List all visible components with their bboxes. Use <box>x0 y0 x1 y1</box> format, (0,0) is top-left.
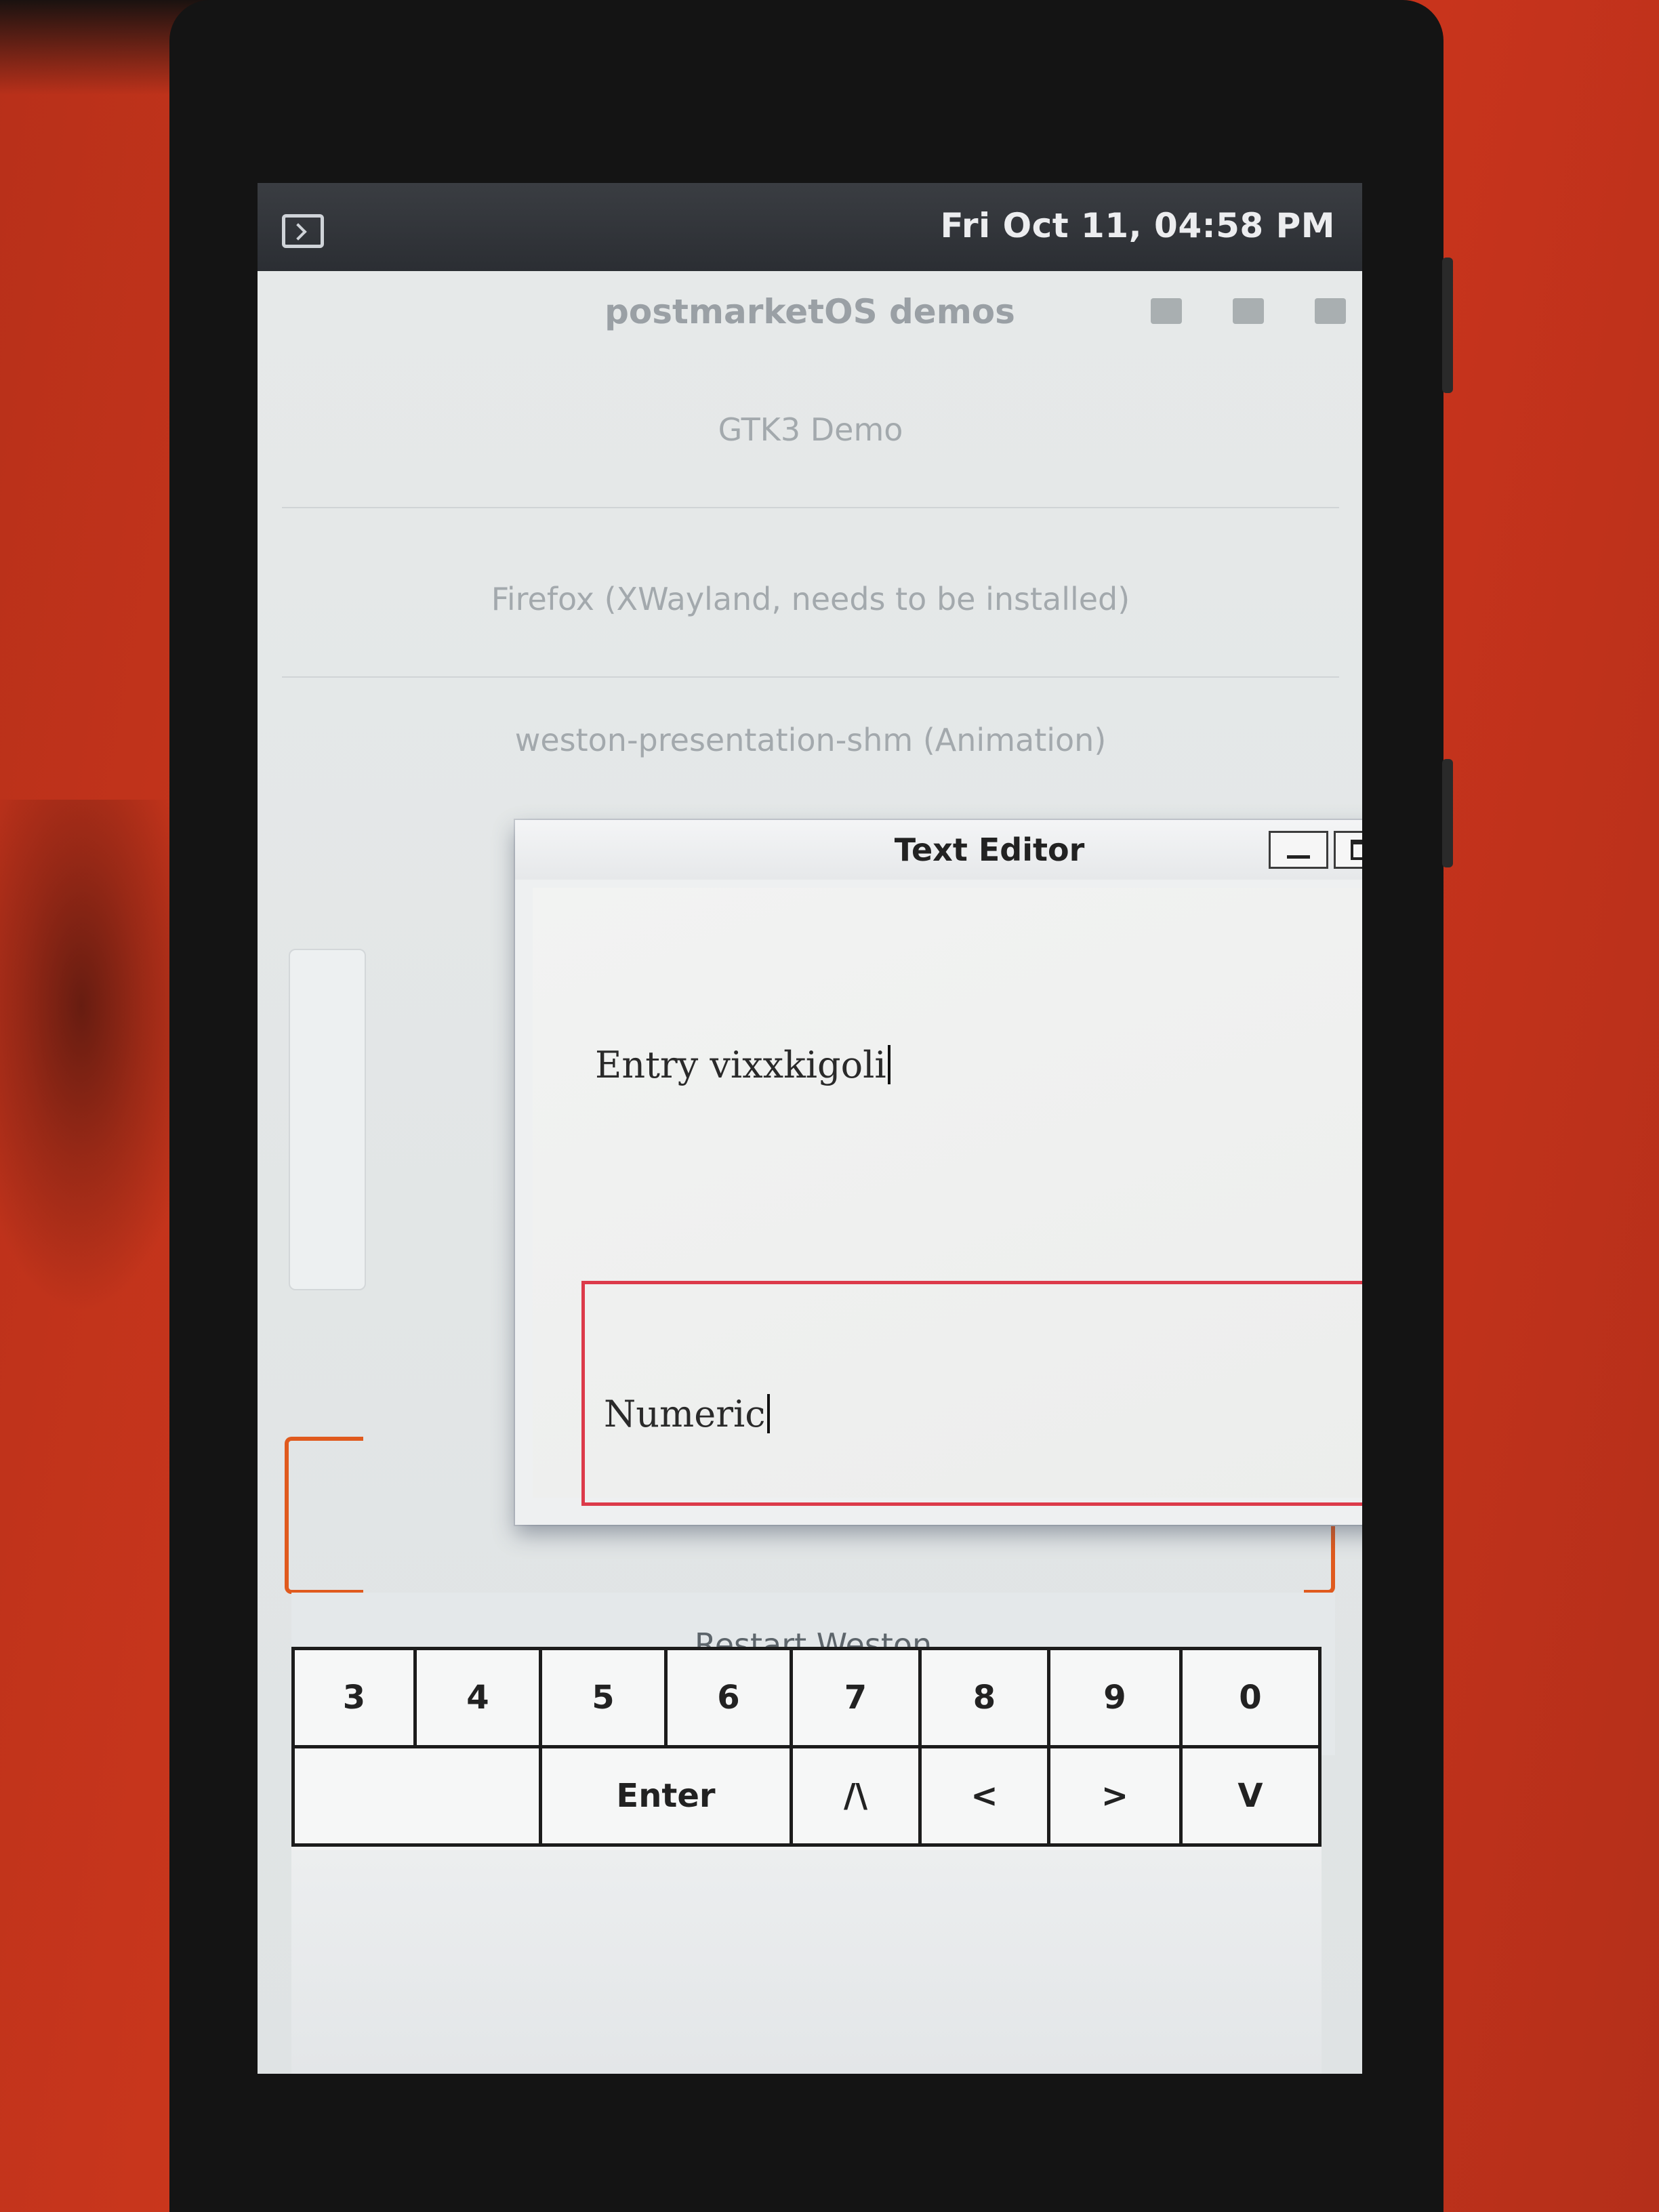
entry-field[interactable]: Entry vixxkigoli <box>595 1044 890 1086</box>
launcher-item-firefox[interactable]: Firefox (XWayland, needs to be installed… <box>282 522 1339 678</box>
terminal-icon[interactable] <box>282 214 324 248</box>
key-label: 9 <box>1103 1679 1126 1717</box>
launcher-item-label: Firefox (XWayland, needs to be installed… <box>491 581 1130 617</box>
text-editor-body: Entry vixxkigoli Numeric <box>533 888 1362 1506</box>
key-label: 4 <box>466 1679 489 1717</box>
key-9[interactable]: 9 <box>1047 1647 1183 1748</box>
launcher-item-gtk3-demo[interactable]: GTK3 Demo <box>282 352 1339 508</box>
keyboard-empty-area <box>291 1850 1322 2074</box>
key-label: 8 <box>972 1679 996 1717</box>
arrow-down-icon: V <box>1237 1777 1263 1815</box>
key-5[interactable]: 5 <box>539 1647 668 1748</box>
key-down[interactable]: V <box>1179 1745 1322 1847</box>
key-3[interactable]: 3 <box>291 1647 417 1748</box>
window-button-icon[interactable] <box>1315 298 1346 324</box>
key-4[interactable]: 4 <box>413 1647 542 1748</box>
text-editor-title: Text Editor <box>894 832 1085 868</box>
phone-side-button <box>1442 258 1453 393</box>
key-0[interactable]: 0 <box>1179 1647 1322 1748</box>
key-8[interactable]: 8 <box>918 1647 1050 1748</box>
status-bar: Fri Oct 11, 04:58 PM <box>258 183 1362 271</box>
launcher-item-label: GTK3 Demo <box>718 411 903 448</box>
launcher-window-controls <box>1103 298 1346 327</box>
numeric-text: Numeric <box>604 1393 766 1435</box>
phone-device: Fri Oct 11, 04:58 PM postmarketOS demos … <box>169 0 1453 2212</box>
key-label: 7 <box>844 1679 867 1717</box>
key-label: 6 <box>717 1679 740 1717</box>
key-up[interactable]: /\ <box>790 1745 922 1847</box>
clock: Fri Oct 11, 04:58 PM <box>940 206 1335 245</box>
key-label: 3 <box>342 1679 366 1717</box>
launcher-item-partial[interactable] <box>289 949 366 1290</box>
screen: Fri Oct 11, 04:58 PM postmarketOS demos … <box>258 183 1362 2074</box>
text-caret <box>766 1394 770 1433</box>
text-editor-titlebar[interactable]: Text Editor × <box>515 820 1362 880</box>
launcher-item-label: weston-presentation-shm (Animation) <box>514 722 1107 758</box>
entry-text: Entry vixxkigoli <box>595 1044 886 1086</box>
arrow-right-icon: > <box>1101 1777 1129 1815</box>
on-screen-keyboard: 3 4 5 6 7 8 9 0 Enter /\ < > V <box>291 1647 1322 2074</box>
key-label: 5 <box>592 1679 615 1717</box>
key-left[interactable]: < <box>918 1745 1050 1847</box>
minimize-button[interactable] <box>1269 831 1328 869</box>
window-button-icon[interactable] <box>1150 298 1182 324</box>
text-editor-window: Text Editor × Entry vixxkigoli Numeric <box>515 820 1362 1525</box>
numeric-field[interactable]: Numeric <box>581 1281 1362 1506</box>
launcher-item-selected-edge <box>285 1437 363 1594</box>
launcher-item-weston-presentation[interactable]: weston-presentation-shm (Animation) <box>282 691 1339 813</box>
key-7[interactable]: 7 <box>790 1647 922 1748</box>
key-right[interactable]: > <box>1047 1745 1183 1847</box>
key-blank[interactable] <box>291 1745 542 1847</box>
text-caret <box>887 1045 890 1084</box>
arrow-up-icon: /\ <box>843 1777 868 1815</box>
maximize-button[interactable] <box>1334 831 1362 869</box>
phone-side-button <box>1442 759 1453 867</box>
window-button-icon[interactable] <box>1232 298 1264 324</box>
key-label: 0 <box>1239 1679 1262 1717</box>
key-enter[interactable]: Enter <box>539 1745 793 1847</box>
key-label: Enter <box>616 1777 716 1815</box>
key-6[interactable]: 6 <box>664 1647 793 1748</box>
arrow-left-icon: < <box>970 1777 998 1815</box>
